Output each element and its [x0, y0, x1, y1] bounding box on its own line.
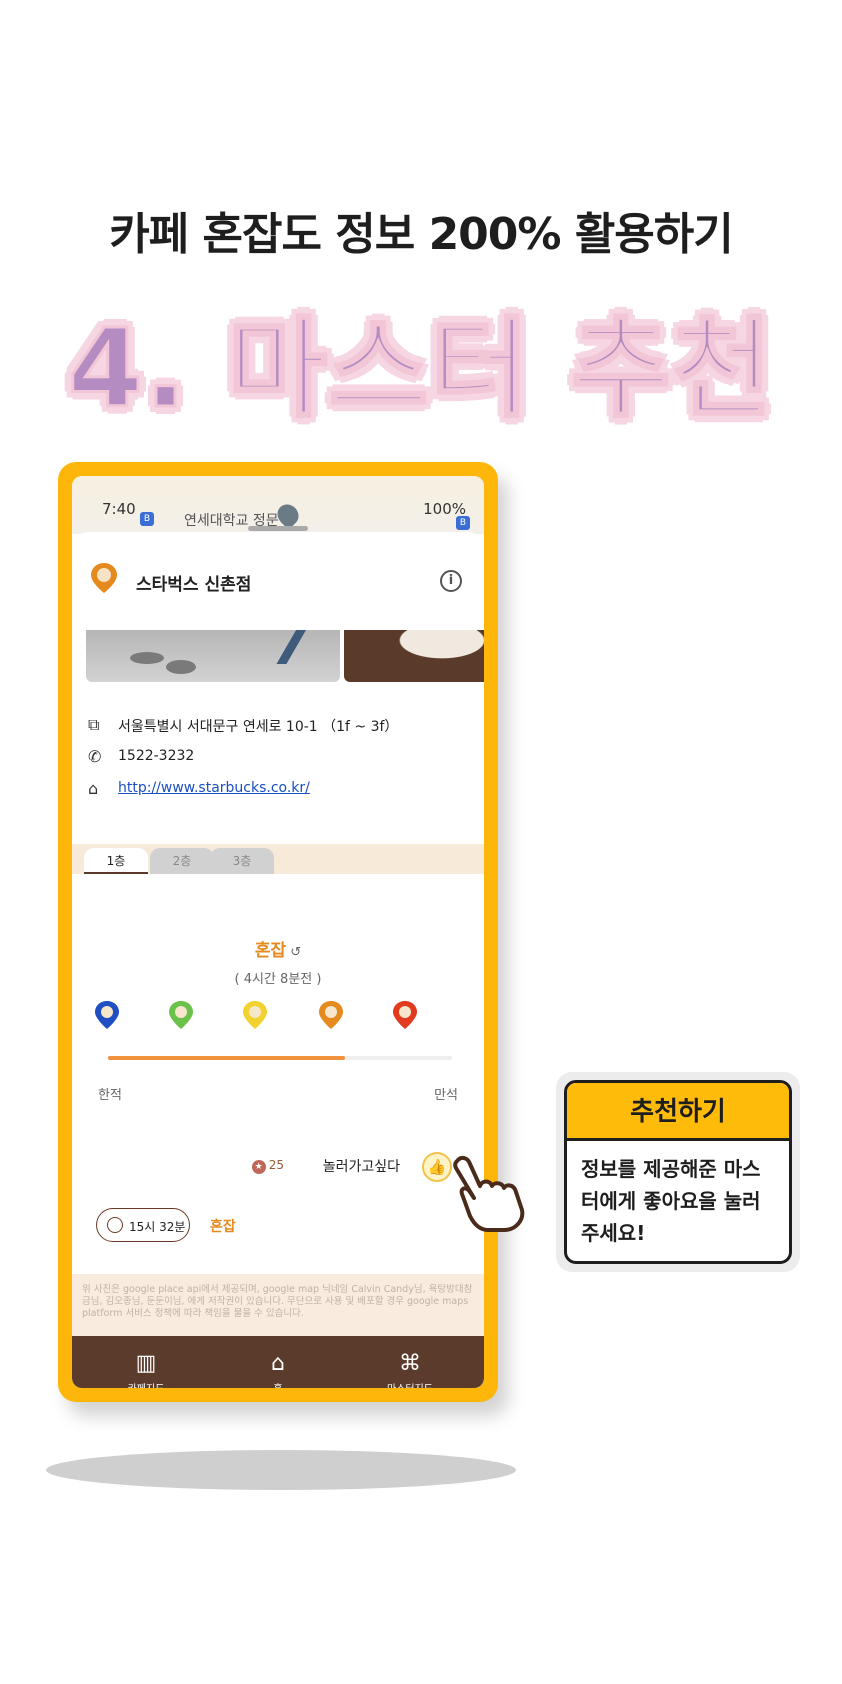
store-photo[interactable] [86, 630, 340, 682]
like-row: ★ 25 놀러가고싶다 👍 [162, 1152, 462, 1182]
crowd-status-row: 혼잡 ↺ [72, 936, 484, 961]
like-label: 놀러가고싶다 [322, 1159, 400, 1175]
headline: 카페 혼잡도 정보 200% 활용하기 [109, 209, 733, 260]
bus-stop-icon: B [140, 512, 154, 526]
tab-floor-3[interactable]: 3층 [210, 848, 274, 874]
recommend-callout: 추천하기 정보를 제공해준 마스터에게 좋아요을 눌러주세요! [556, 1072, 800, 1272]
phone-screen: 7:40 B 연세대학교 정문 100% B 스타벅스 신촌점 i ⧉ 서울특별… [72, 476, 484, 1388]
callout-box: 추천하기 정보를 제공해준 마스터에게 좋아요을 눌러주세요! [564, 1080, 792, 1264]
crowd-level-pin [95, 1001, 119, 1029]
address-text: 서울특별시 서대문구 연세로 10-1 （1f ~ 3f） [118, 719, 399, 735]
crowd-level-pin [169, 1001, 193, 1029]
status-bar: 7:40 B 연세대학교 정문 100% B [72, 476, 484, 534]
sheet-drag-handle[interactable] [248, 526, 308, 531]
floor-tabs: 1층 2층 3층 [72, 844, 484, 874]
pointing-hand-icon [453, 1155, 525, 1232]
status-time: 7:40 [102, 500, 136, 518]
master-badge: ★ 25 [251, 1158, 284, 1174]
phone-icon: ✆ [88, 747, 102, 766]
store-header: 스타벅스 신촌점 i [90, 562, 470, 602]
store-pin-icon [91, 563, 117, 593]
photo-detail [130, 652, 164, 664]
level-label-right: 만석 [434, 1088, 458, 1103]
phone-frame: 7:40 B 연세대학교 정문 100% B 스타벅스 신촌점 i ⧉ 서울특별… [58, 462, 498, 1402]
crowd-level-pins [72, 1000, 484, 1040]
website-link[interactable]: http://www.starbucks.co.kr/ [118, 780, 310, 796]
store-photo[interactable] [344, 630, 484, 682]
star-icon: ★ [251, 1160, 266, 1174]
tab-floor-2[interactable]: 2층 [150, 848, 214, 874]
time-value: 15시 32분 [129, 1220, 186, 1234]
crowd-level-pin [319, 1001, 343, 1029]
phone-text[interactable]: 1522-3232 [118, 748, 194, 764]
nav-item-master-map[interactable]: ⌘ 마스터지도 [360, 1350, 460, 1388]
phone-shadow [46, 1450, 516, 1490]
bus-stop-icon: B [456, 516, 470, 530]
crowd-level-pin [243, 1001, 267, 1029]
photo-detail [166, 660, 196, 674]
tab-floor-1[interactable]: 1층 [84, 848, 148, 874]
photo-credit-note: 위 사진은 google place api에서 제공되며, google ma… [72, 1274, 484, 1336]
crowd-level-fill [108, 1056, 346, 1060]
info-icon[interactable]: i [440, 570, 462, 592]
phone-row: ✆ 1522-3232 [88, 744, 468, 776]
level-label-left: 한적 [98, 1088, 122, 1103]
photo-detail [276, 630, 306, 664]
callout-body: 정보를 제공해준 마스터에게 좋아요을 눌러주세요! [581, 1157, 761, 1245]
time-chip[interactable]: 15시 32분 [96, 1208, 190, 1242]
store-photos[interactable] [86, 630, 484, 682]
bottom-nav: ▥ 카페지도 ⌂ 홈 ⌘ 마스터지도 [72, 1336, 484, 1388]
like-count: 25 [268, 1158, 284, 1172]
time-status: 혼잡 [210, 1219, 236, 1235]
store-detail-sheet: 스타벅스 신촌점 i ⧉ 서울특별시 서대문구 연세로 10-1 （1f ~ 3… [72, 532, 484, 1388]
nav-item-home[interactable]: ⌂ 홈 [228, 1350, 328, 1388]
address-row: ⧉ 서울특별시 서대문구 연세로 10-1 （1f ~ 3f） [88, 712, 468, 744]
callout-title: 추천하기 [567, 1083, 789, 1141]
store-info-list: ⧉ 서울특별시 서대문구 연세로 10-1 （1f ~ 3f） ✆ 1522-3… [88, 712, 468, 808]
nav-item-cafe-map[interactable]: ▥ 카페지도 [96, 1350, 196, 1388]
history-icon[interactable]: ↺ [290, 945, 301, 960]
store-name: 스타벅스 신촌점 [136, 575, 252, 595]
crowd-level-pin [393, 1001, 417, 1029]
store-icon: ⌘ [399, 1351, 421, 1376]
home-icon: ⌂ [271, 1351, 285, 1376]
nav-label: 홈 [228, 1380, 328, 1388]
website-row: ⌂ http://www.starbucks.co.kr/ [88, 776, 468, 808]
copy-icon[interactable]: ⧉ [88, 716, 106, 734]
nav-label: 마스터지도 [360, 1380, 460, 1388]
map-icon: ▥ [135, 1351, 157, 1376]
big-title: 4. 마스터 추천 [66, 306, 775, 434]
crowd-status: 혼잡 [254, 941, 287, 961]
report-time-row: 15시 32분 혼잡 [96, 1208, 456, 1244]
crowd-elapsed: ( 4시간 8분전 ) [234, 972, 322, 987]
home-icon: ⌂ [88, 779, 99, 798]
clock-icon [107, 1217, 123, 1233]
nav-label: 카페지도 [96, 1380, 196, 1388]
crowd-level-track [108, 1056, 452, 1060]
